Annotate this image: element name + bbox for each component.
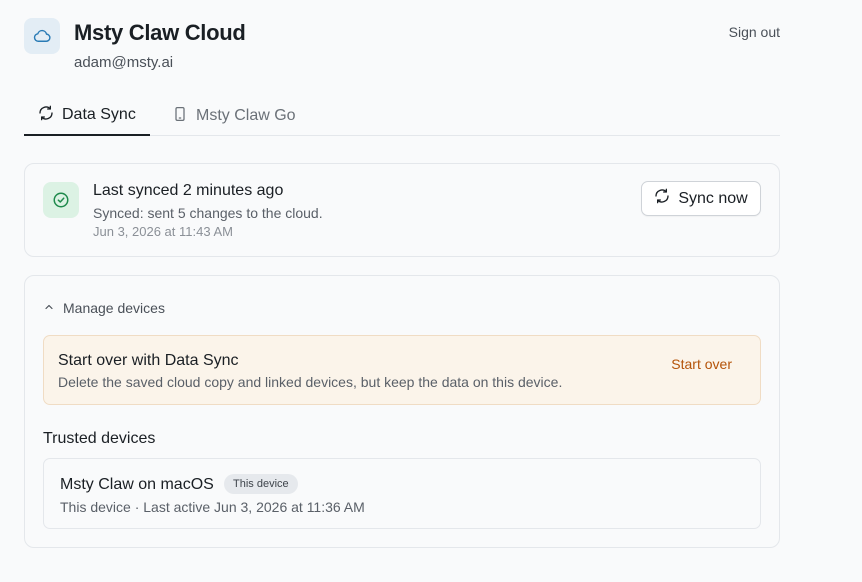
page-title: Msty Claw Cloud <box>74 20 246 45</box>
device-meta: This device · Last active Jun 3, 2026 at… <box>60 499 365 515</box>
account-email: adam@msty.ai <box>74 54 174 71</box>
device-name: Msty Claw on macOS <box>60 476 214 493</box>
tab-label: Msty Claw Go <box>196 107 296 124</box>
manage-devices-label: Manage devices <box>63 300 165 316</box>
trusted-devices-heading: Trusted devices <box>43 430 156 447</box>
check-circle-icon <box>43 182 79 218</box>
tab-bar: Data Sync Msty Claw Go <box>24 96 780 136</box>
phone-icon <box>172 106 188 127</box>
start-over-title: Start over with Data Sync <box>58 352 239 369</box>
device-list-item: Msty Claw on macOS This device This devi… <box>43 458 761 529</box>
cloud-settings-page: Msty Claw Cloud adam@msty.ai Sign out Da… <box>0 0 862 582</box>
cloud-icon <box>24 18 60 54</box>
sync-status-card: Last synced 2 minutes ago Synced: sent 5… <box>24 163 780 257</box>
tab-msty-claw-go[interactable]: Msty Claw Go <box>158 96 310 136</box>
chevron-up-icon <box>43 300 55 316</box>
manage-devices-toggle[interactable]: Manage devices <box>43 300 165 316</box>
sign-out-link[interactable]: Sign out <box>729 24 780 40</box>
tab-label: Data Sync <box>62 106 136 123</box>
sync-status-subtitle: Synced: sent 5 changes to the cloud. <box>93 205 323 221</box>
sync-icon <box>654 188 670 209</box>
sync-status-title: Last synced 2 minutes ago <box>93 182 284 199</box>
sync-timestamp: Jun 3, 2026 at 11:43 AM <box>93 224 233 239</box>
start-over-button[interactable]: Start over <box>671 356 732 372</box>
tab-data-sync[interactable]: Data Sync <box>24 96 150 136</box>
sync-icon <box>38 105 54 126</box>
start-over-description: Delete the saved cloud copy and linked d… <box>58 374 563 390</box>
header: Msty Claw Cloud adam@msty.ai Sign out <box>24 18 780 78</box>
sync-now-button[interactable]: Sync now <box>641 181 761 216</box>
sync-now-label: Sync now <box>678 189 748 207</box>
this-device-badge: This device <box>224 474 298 494</box>
manage-devices-card: Manage devices Start over with Data Sync… <box>24 275 780 548</box>
start-over-panel: Start over with Data Sync Delete the sav… <box>43 335 761 405</box>
